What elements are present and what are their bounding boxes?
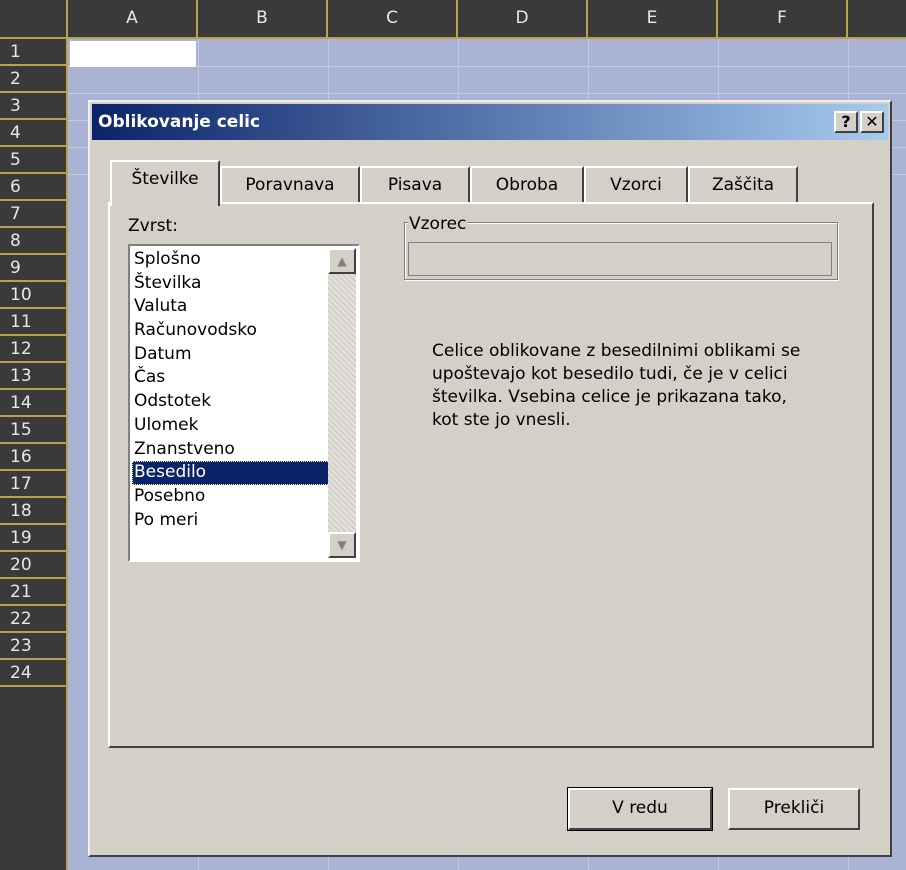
column-header-c[interactable]: C bbox=[328, 0, 458, 37]
row-header-23[interactable]: 23 bbox=[0, 633, 66, 660]
column-header-f[interactable]: F bbox=[718, 0, 848, 37]
category-description: Celice oblikovane z besedilnimi oblikami… bbox=[432, 341, 801, 430]
tab-font[interactable]: Pisava bbox=[360, 166, 470, 204]
row-headers: 1 2 3 4 5 6 7 8 9 10 11 12 13 14 15 16 1… bbox=[0, 39, 68, 870]
row-header-17[interactable]: 17 bbox=[0, 471, 66, 498]
row-header-4[interactable]: 4 bbox=[0, 120, 66, 147]
tab-patterns[interactable]: Vzorci bbox=[584, 166, 688, 204]
row-header-18[interactable]: 18 bbox=[0, 498, 66, 525]
list-item[interactable]: Posebno bbox=[132, 485, 330, 509]
row-header-5[interactable]: 5 bbox=[0, 147, 66, 174]
row-header-7[interactable]: 7 bbox=[0, 201, 66, 228]
tab-number[interactable]: Številke bbox=[110, 160, 220, 206]
row-header-12[interactable]: 12 bbox=[0, 336, 66, 363]
triangle-up-icon: ▲ bbox=[337, 254, 347, 268]
row-header-3[interactable]: 3 bbox=[0, 93, 66, 120]
close-button[interactable]: ✕ bbox=[860, 111, 884, 133]
scroll-up-button[interactable]: ▲ bbox=[328, 248, 356, 274]
list-item[interactable]: Odstotek bbox=[132, 390, 330, 414]
category-items: Splošno Številka Valuta Računovodsko Dat… bbox=[132, 248, 330, 558]
list-item-selected[interactable]: Besedilo bbox=[132, 461, 330, 485]
grid-line bbox=[68, 93, 906, 94]
list-item[interactable]: Valuta bbox=[132, 295, 330, 319]
column-header-e[interactable]: E bbox=[588, 0, 718, 37]
category-scrollbar[interactable]: ▲ ▼ bbox=[328, 248, 356, 558]
dialog-title: Oblikovanje celic bbox=[98, 112, 261, 132]
sample-label: Vzorec bbox=[408, 214, 468, 234]
list-item[interactable]: Računovodsko bbox=[132, 319, 330, 343]
column-header-g[interactable]: G bbox=[848, 0, 906, 37]
row-header-21[interactable]: 21 bbox=[0, 579, 66, 606]
dialog-title-bar[interactable]: Oblikovanje celic ? ✕ bbox=[92, 104, 888, 140]
list-item[interactable]: Datum bbox=[132, 343, 330, 367]
category-list[interactable]: Splošno Številka Valuta Računovodsko Dat… bbox=[128, 244, 360, 562]
list-item[interactable]: Številka bbox=[132, 272, 330, 296]
row-header-10[interactable]: 10 bbox=[0, 282, 66, 309]
list-item[interactable]: Po meri bbox=[132, 509, 330, 533]
row-header-19[interactable]: 19 bbox=[0, 525, 66, 552]
row-header-15[interactable]: 15 bbox=[0, 417, 66, 444]
list-item[interactable]: Ulomek bbox=[132, 414, 330, 438]
row-header-9[interactable]: 9 bbox=[0, 255, 66, 282]
scroll-down-button[interactable]: ▼ bbox=[328, 532, 356, 558]
list-item[interactable]: Znanstveno bbox=[132, 438, 330, 462]
tab-border[interactable]: Obroba bbox=[470, 166, 584, 204]
row-header-20[interactable]: 20 bbox=[0, 552, 66, 579]
triangle-down-icon: ▼ bbox=[337, 538, 347, 552]
column-header-b[interactable]: B bbox=[198, 0, 328, 37]
row-header-1[interactable]: 1 bbox=[0, 39, 66, 66]
sample-preview bbox=[408, 242, 832, 276]
format-cells-dialog: Oblikovanje celic ? ✕ Številke Poravnava… bbox=[88, 100, 892, 857]
help-button[interactable]: ? bbox=[834, 111, 858, 133]
close-icon: ✕ bbox=[865, 112, 879, 131]
row-header-2[interactable]: 2 bbox=[0, 66, 66, 93]
tab-alignment[interactable]: Poravnava bbox=[220, 166, 360, 204]
row-header-6[interactable]: 6 bbox=[0, 174, 66, 201]
active-cell-a1[interactable] bbox=[70, 41, 196, 67]
row-header-13[interactable]: 13 bbox=[0, 363, 66, 390]
row-header-11[interactable]: 11 bbox=[0, 309, 66, 336]
column-headers: A B C D E F G bbox=[68, 0, 906, 39]
cancel-button[interactable]: Prekliči bbox=[728, 788, 860, 830]
list-item[interactable]: Splošno bbox=[132, 248, 330, 272]
row-header-22[interactable]: 22 bbox=[0, 606, 66, 633]
row-header-24[interactable]: 24 bbox=[0, 660, 66, 687]
ok-button[interactable]: V redu bbox=[567, 787, 713, 831]
row-header-8[interactable]: 8 bbox=[0, 228, 66, 255]
category-label: Zvrst: bbox=[128, 216, 178, 236]
list-item[interactable]: Čas bbox=[132, 366, 330, 390]
row-header-16[interactable]: 16 bbox=[0, 444, 66, 471]
row-header-14[interactable]: 14 bbox=[0, 390, 66, 417]
select-all-corner[interactable] bbox=[0, 0, 68, 39]
column-header-a[interactable]: A bbox=[68, 0, 198, 37]
column-header-d[interactable]: D bbox=[458, 0, 588, 37]
tab-protection[interactable]: Zaščita bbox=[688, 166, 798, 204]
